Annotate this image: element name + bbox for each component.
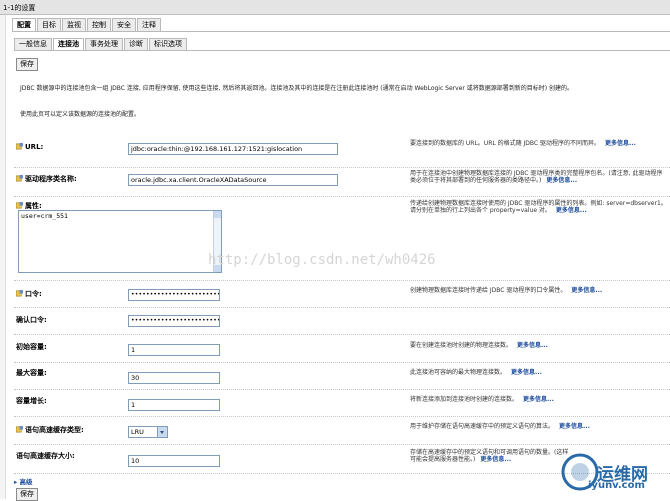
field-info-icon: [16, 426, 23, 433]
url-label: URL:: [25, 143, 44, 151]
cache-type-select[interactable]: LRU: [128, 426, 168, 438]
properties-textarea[interactable]: user=crm_551: [18, 210, 222, 273]
confirm-label: 确认口令:: [16, 316, 47, 324]
max-label: 最大容量:: [16, 369, 47, 377]
increment-row: 容量增长: 1 将新连接添加到连接池时创建的连接数。 更多信息...: [14, 390, 670, 417]
logo-domain: iyunv.com: [588, 480, 645, 491]
cache-size-label: 语句高速缓存大小:: [16, 452, 75, 460]
url-desc-text: 要连接到的数据库的 URL。URL 的格式随 JDBC 驱动程序的不同而异。: [410, 140, 601, 147]
intro-text-2: 使用此页可以定义该数据源的连接池的配置。: [20, 111, 141, 118]
driver-more-link[interactable]: 更多信息...: [546, 177, 577, 184]
scroll-up-icon[interactable]: [214, 211, 221, 218]
subtab-identity[interactable]: 标识选项: [149, 38, 187, 50]
driver-desc: 用于在连接池中创建物理数据库连接的 JDBC 驱动程序类的完整程序包名。(请注意…: [410, 170, 668, 184]
sub-tabs: 一般信息 连接池 事务处理 诊断 标识选项: [14, 38, 188, 50]
subtab-transaction[interactable]: 事务处理: [85, 38, 123, 50]
initial-more-link[interactable]: 更多信息...: [517, 342, 548, 349]
driver-desc-text: 用于在连接池中创建物理数据库连接的 JDBC 驱动程序类的完整程序包名。(请注意…: [410, 170, 663, 184]
password-label-wrap: 口令:: [16, 289, 42, 299]
watermark-text: http://blog.csdn.net/wh0426: [208, 252, 436, 268]
url-desc: 要连接到的数据库的 URL。URL 的格式随 JDBC 驱动程序的不同而异。 更多…: [410, 140, 668, 147]
field-info-icon: [16, 202, 23, 209]
tab-targets[interactable]: 目标: [37, 18, 61, 31]
tab-control[interactable]: 控制: [87, 18, 111, 31]
increment-desc-text: 将新连接添加到连接池时创建的连接数。: [410, 396, 519, 403]
cache-size-more-link[interactable]: 更多信息...: [480, 456, 511, 463]
tab-notes[interactable]: 注释: [137, 18, 161, 31]
chevron-down-icon[interactable]: [157, 427, 167, 437]
max-desc-text: 此连接池可容纳的最大物理连接数。: [410, 369, 507, 376]
properties-row: 属性: user=crm_551 传递给创建物理数据库连接时使用的 JDBC 驱…: [14, 198, 670, 281]
field-info-icon: [16, 290, 23, 297]
password-more-link[interactable]: 更多信息...: [571, 287, 602, 294]
cache-size-desc: 存储在高速缓存中的预定义语句和可调用语句的数量。(这样可能会提高服务器性能。) 更…: [410, 449, 570, 463]
max-row: 最大容量: 30 此连接池可容纳的最大物理连接数。 更多信息...: [14, 363, 670, 390]
confirm-row: 确认口令: ••••••••••••••••••••••••••: [14, 307, 670, 335]
initial-row: 初始容量: 1 要在创建连接池时创建的物理连接数。 更多信息...: [14, 335, 670, 363]
advanced-toggle[interactable]: ▸ 高级: [14, 476, 33, 486]
field-info-icon: [16, 175, 23, 182]
advanced-label: 高级: [19, 478, 33, 486]
field-info-icon: [16, 143, 23, 150]
save-button-top[interactable]: 保存: [16, 58, 38, 71]
cache-size-input[interactable]: 10: [128, 455, 220, 467]
increment-input[interactable]: 1: [128, 399, 220, 411]
initial-capacity-input[interactable]: 1: [128, 344, 220, 356]
password-row: 口令: •••••••••••••••••••••••••• 创建物理数据库连接…: [14, 282, 670, 308]
password-label: 口令:: [25, 290, 42, 298]
tab-config[interactable]: 配置: [12, 18, 36, 31]
cache-type-more-link[interactable]: 更多信息...: [559, 423, 590, 430]
save-button-bottom[interactable]: 保存: [16, 488, 38, 501]
driver-row: 驱动程序类名称: oracle.jdbc.xa.client.OracleXAD…: [14, 167, 670, 197]
tabs-divider: [12, 31, 670, 32]
intro-text-1: JDBC 数据源中的连接池包含一组 JDBC 连接, 应用程序保留, 使用这些连…: [20, 85, 574, 92]
properties-label: 属性:: [25, 202, 42, 210]
max-desc: 此连接池可容纳的最大物理连接数。 更多信息...: [410, 369, 668, 376]
driver-label-wrap: 驱动程序类名称:: [16, 174, 77, 184]
cache-type-value: LRU: [131, 428, 144, 436]
left-edge: [0, 15, 6, 499]
tab-monitoring[interactable]: 监视: [62, 18, 86, 31]
properties-more-link[interactable]: 更多信息...: [556, 207, 587, 214]
initial-label: 初始容量:: [16, 343, 47, 351]
increment-desc: 将新连接添加到连接池时创建的连接数。 更多信息...: [410, 396, 668, 403]
url-more-link[interactable]: 更多信息...: [605, 140, 636, 147]
url-label-wrap: URL:: [16, 143, 43, 151]
confirm-password-input[interactable]: ••••••••••••••••••••••••••: [128, 315, 220, 327]
cache-type-desc-text: 用于维护存储在语句高速缓存中的预定义语句的算法。: [410, 423, 555, 430]
increment-more-link[interactable]: 更多信息...: [523, 396, 554, 403]
cache-type-desc: 用于维护存储在语句高速缓存中的预定义语句的算法。 更多信息...: [410, 423, 668, 430]
properties-value: user=crm_551: [21, 212, 68, 220]
url-row: URL: jdbc:oracle:thin:@192.168.161.127:1…: [14, 134, 670, 168]
increment-label: 容量增长:: [16, 397, 47, 405]
password-input[interactable]: ••••••••••••••••••••••••••: [128, 289, 220, 301]
subtab-diagnostics[interactable]: 诊断: [124, 38, 148, 50]
driver-label: 驱动程序类名称:: [25, 175, 77, 183]
max-more-link[interactable]: 更多信息...: [511, 369, 542, 376]
window-title: 1-1的设置: [3, 4, 36, 12]
cache-type-label-wrap: 语句高速缓存类型:: [16, 425, 84, 435]
initial-desc: 要在创建连接池时创建的物理连接数。 更多信息...: [410, 342, 668, 349]
main-tabs: 配置 目标 监视 控制 安全 注释: [12, 18, 162, 31]
password-desc: 创建物理数据库连接时传递给 JDBC 驱动程序的口令属性。 更多信息...: [410, 287, 668, 294]
subtabs-divider: [14, 50, 670, 51]
driver-input[interactable]: oracle.jdbc.xa.client.OracleXADataSource: [128, 174, 338, 186]
url-input[interactable]: jdbc:oracle:thin:@192.168.161.127:1521:g…: [128, 143, 338, 155]
window-titlebar: 1-1的设置: [0, 0, 670, 15]
tab-security[interactable]: 安全: [112, 18, 136, 31]
cache-type-label: 语句高速缓存类型:: [25, 426, 84, 434]
password-desc-text: 创建物理数据库连接时传递给 JDBC 驱动程序的口令属性。: [410, 287, 567, 294]
subtab-general[interactable]: 一般信息: [14, 38, 52, 50]
max-capacity-input[interactable]: 30: [128, 372, 220, 384]
initial-desc-text: 要在创建连接池时创建的物理连接数。: [410, 342, 513, 349]
cache-type-row: 语句高速缓存类型: LRU 用于维护存储在语句高速缓存中的预定义语句的算法。 更多…: [14, 417, 670, 445]
properties-desc: 传递给创建物理数据库连接时使用的 JDBC 驱动程序的属性的列表。例如: ser…: [410, 200, 668, 214]
properties-desc-text: 传递给创建物理数据库连接时使用的 JDBC 驱动程序的属性的列表。例如: ser…: [410, 200, 667, 214]
subtab-connection-pool[interactable]: 连接池: [53, 38, 84, 50]
